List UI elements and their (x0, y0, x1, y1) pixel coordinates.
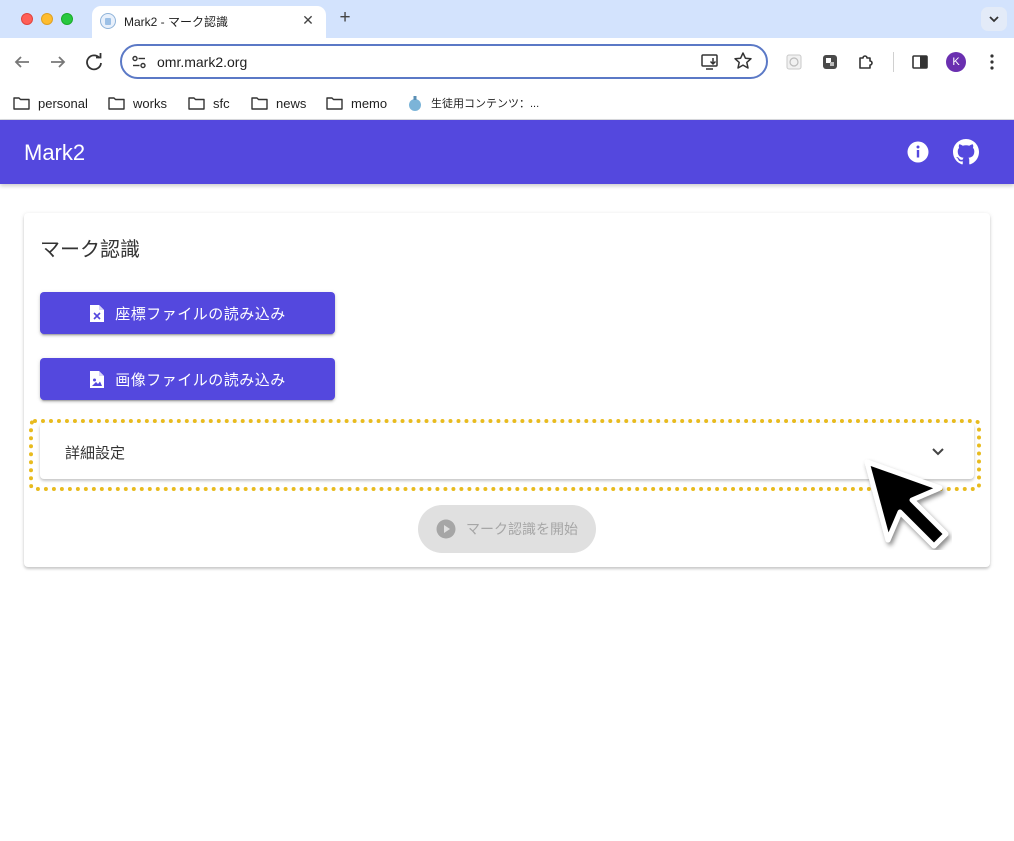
folder-icon (251, 97, 268, 110)
tab-close-icon[interactable]: ✕ (300, 12, 316, 29)
bookmark-item[interactable]: news (251, 92, 306, 114)
button-label: 画像ファイルの読み込み (115, 371, 286, 389)
chevron-down-icon[interactable] (928, 441, 948, 461)
load-coordinate-file-button[interactable]: 座標ファイルの読み込み (40, 292, 335, 334)
more-menu-icon[interactable] (980, 50, 1004, 74)
github-icon[interactable] (953, 139, 979, 165)
bookmark-item[interactable]: sfc (188, 92, 230, 114)
bookmark-item[interactable]: memo (326, 92, 387, 114)
bookmark-label: memo (351, 95, 388, 111)
advanced-settings-panel[interactable]: 詳細設定 (40, 423, 974, 479)
back-arrow-icon[interactable] (10, 50, 34, 74)
bookmark-item[interactable]: 生徒用コンテンツ：... (407, 92, 539, 114)
extension-icon[interactable] (818, 50, 842, 74)
tab-title: Mark2 - マーク認識 (124, 15, 229, 29)
load-image-file-button[interactable]: 画像ファイルの読み込み (40, 358, 335, 400)
bookmark-label: sfc (213, 95, 230, 111)
button-label: 座標ファイルの読み込み (115, 305, 286, 323)
address-bar[interactable]: omr.mark2.org (120, 44, 768, 79)
profile-avatar[interactable]: K (946, 52, 966, 72)
folder-icon (108, 97, 125, 110)
bookmark-item[interactable]: personal (13, 92, 88, 114)
extension-icon[interactable] (782, 50, 806, 74)
tab-search-button[interactable] (981, 7, 1007, 31)
start-recognition-button[interactable]: マーク認識を開始 (418, 505, 596, 553)
folder-icon (188, 97, 205, 110)
browser-tab[interactable]: Mark2 - マーク認識 ✕ (92, 6, 326, 38)
bookmark-star-icon[interactable] (733, 51, 753, 71)
bookmark-item[interactable]: works (108, 92, 167, 114)
app-header: Mark2 (0, 120, 1014, 184)
window-minimize-button[interactable] (41, 13, 53, 25)
file-image-icon (90, 370, 105, 388)
toolbar-separator (893, 52, 894, 72)
extensions-puzzle-icon[interactable] (854, 50, 878, 74)
card-title: マーク認識 (40, 239, 140, 261)
reload-icon[interactable] (82, 50, 106, 74)
bookmark-label: works (133, 95, 167, 111)
folder-icon (326, 97, 343, 110)
install-app-icon[interactable] (700, 52, 720, 72)
window-close-button[interactable] (21, 13, 33, 25)
play-circle-icon (436, 519, 456, 539)
chevron-down-icon (989, 16, 999, 23)
app-title: Mark2 (24, 140, 86, 165)
recognition-card: マーク認識 座標ファイルの読み込み 画像ファイルの読み込み 詳細設定 マーク認識… (24, 213, 990, 567)
bookmarks-bar: personal works sfc news memo 生徒用コンテンツ：..… (0, 86, 1014, 120)
url-text: omr.mark2.org (157, 54, 248, 70)
side-panel-icon[interactable] (908, 50, 932, 74)
bookmark-label: 生徒用コンテンツ：... (431, 98, 540, 110)
window-maximize-button[interactable] (61, 13, 73, 25)
file-excel-icon (90, 304, 105, 322)
site-favicon-icon (100, 13, 116, 29)
bookmark-label: news (276, 95, 307, 111)
folder-icon (13, 97, 30, 110)
info-icon[interactable] (906, 140, 930, 164)
new-tab-button[interactable]: + (335, 7, 355, 29)
bookmark-label: personal (38, 95, 88, 111)
button-label: マーク認識を開始 (466, 521, 578, 537)
site-settings-icon[interactable] (131, 54, 147, 70)
forward-arrow-icon[interactable] (46, 50, 70, 74)
browser-toolbar: omr.mark2.org K (0, 38, 1014, 86)
advanced-settings-label: 詳細設定 (65, 445, 126, 462)
browser-tab-bar: Mark2 - マーク認識 ✕ + (0, 0, 1014, 38)
site-icon (409, 95, 421, 111)
